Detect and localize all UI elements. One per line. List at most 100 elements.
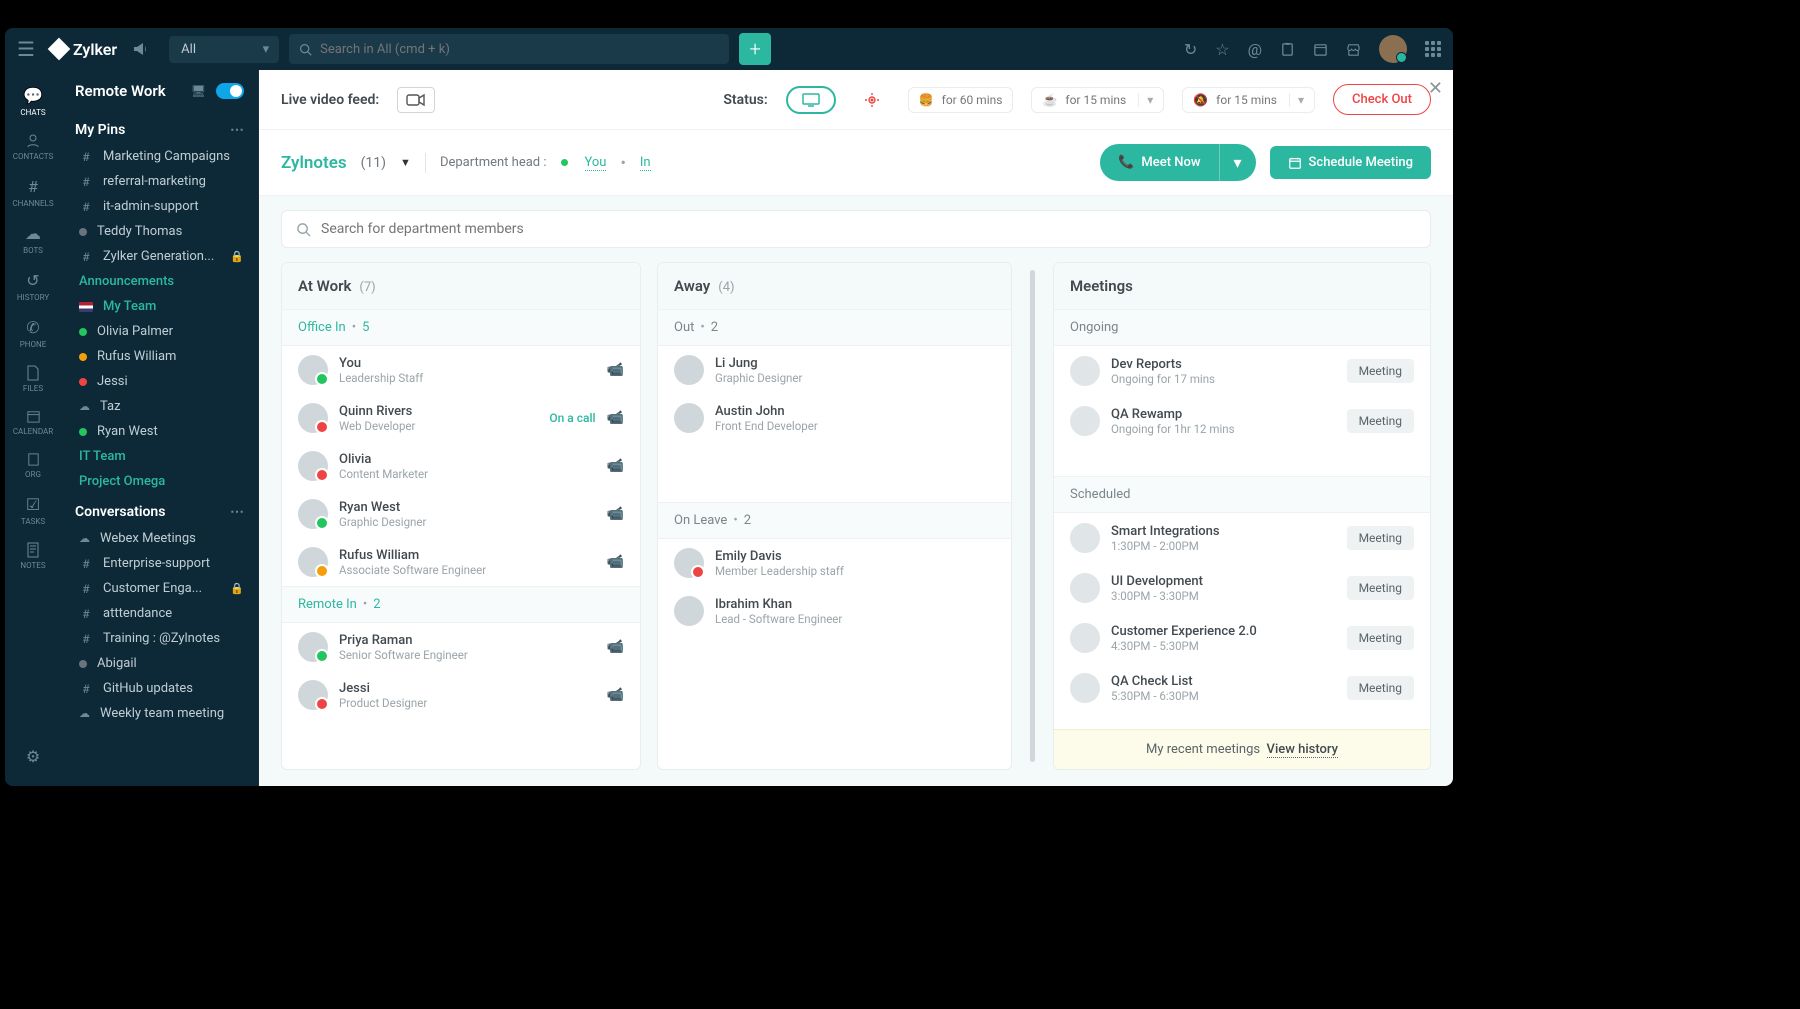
person-row[interactable]: Ibrahim KhanLead - Software Engineer	[658, 587, 1011, 635]
rail-org[interactable]: ORG	[5, 446, 61, 485]
meeting-row[interactable]: QA Check List5:30PM - 6:30PMMeeting	[1054, 663, 1430, 713]
camera-icon[interactable]: 📹	[607, 639, 624, 655]
pin-item[interactable]: #Zylker Generation...🔒	[61, 244, 258, 269]
conversation-item[interactable]: Abigail	[61, 651, 258, 676]
mention-icon[interactable]: @	[1248, 40, 1262, 59]
meeting-join-button[interactable]: Meeting	[1347, 676, 1414, 700]
dept-search-input[interactable]	[321, 221, 1416, 237]
scrollbar[interactable]	[1030, 270, 1035, 762]
team-member[interactable]: Olivia Palmer	[61, 319, 258, 344]
meeting-join-button[interactable]: Meeting	[1347, 526, 1414, 550]
conversation-item[interactable]: #atttendance	[61, 601, 258, 626]
refresh-icon[interactable]: ↻	[1184, 40, 1197, 59]
conversation-item[interactable]: #Training : @Zylnotes	[61, 626, 258, 651]
team-member[interactable]: Jessi	[61, 369, 258, 394]
status-desktop[interactable]	[786, 86, 836, 114]
meeting-row[interactable]: Customer Experience 2.04:30PM - 5:30PMMe…	[1054, 613, 1430, 663]
meet-now-button[interactable]: 📞Meet Now ▾	[1100, 144, 1255, 181]
meeting-row[interactable]: Smart Integrations1:30PM - 2:00PMMeeting	[1054, 513, 1430, 563]
chevron-down-icon[interactable]: ▾	[1289, 93, 1304, 107]
scope-selector[interactable]: All ▾	[169, 36, 279, 63]
announce-icon[interactable]	[133, 42, 149, 56]
desktop-icon[interactable]: 🖥	[191, 84, 206, 98]
conversation-item[interactable]: ☁Weekly team meeting	[61, 701, 258, 726]
chevron-down-icon[interactable]: ▾	[1138, 93, 1153, 107]
add-button[interactable]: +	[739, 33, 771, 65]
away-15b-pill[interactable]: 🔕for 15 mins▾	[1182, 87, 1315, 113]
rail-settings[interactable]: ⚙	[5, 741, 61, 772]
global-search[interactable]	[289, 34, 729, 64]
rail-calendar[interactable]: CALENDAR	[5, 403, 61, 442]
calendar-icon[interactable]	[1313, 42, 1328, 57]
person-row[interactable]: Emily DavisMember Leadership staff	[658, 539, 1011, 587]
remote-toggle[interactable]	[216, 83, 244, 99]
store-icon[interactable]	[1346, 42, 1361, 57]
team-member[interactable]: Ryan West	[61, 419, 258, 444]
rail-channels[interactable]: #CHANNELS	[5, 171, 61, 214]
camera-icon[interactable]: 📹	[607, 687, 624, 703]
brand-logo[interactable]: Zylker	[51, 40, 117, 59]
clipboard-icon[interactable]	[1280, 42, 1295, 57]
announcements-link[interactable]: Announcements	[61, 269, 258, 294]
pins-menu-icon[interactable]: ⋯	[230, 122, 244, 138]
star-icon[interactable]: ☆	[1215, 40, 1229, 59]
conversation-item[interactable]: ☁Webex Meetings	[61, 526, 258, 551]
team-member[interactable]: Rufus William	[61, 344, 258, 369]
conversation-item[interactable]: #Enterprise-support	[61, 551, 258, 576]
conversation-item[interactable]: #GitHub updates	[61, 676, 258, 701]
camera-icon[interactable]: 📹	[607, 506, 624, 522]
person-row[interactable]: Rufus WilliamAssociate Software Engineer…	[282, 538, 640, 586]
person-row[interactable]: OliviaContent Marketer📹	[282, 442, 640, 490]
dept-search[interactable]	[281, 210, 1431, 248]
person-row[interactable]: YouLeadership Staff📹	[282, 346, 640, 394]
person-row[interactable]: Priya RamanSenior Software Engineer📹	[282, 623, 640, 671]
rail-contacts[interactable]: CONTACTS	[5, 127, 61, 167]
rail-bots[interactable]: ☁BOTS	[5, 218, 61, 261]
away-15a-pill[interactable]: ☕for 15 mins▾	[1031, 87, 1164, 113]
person-row[interactable]: Austin JohnFront End Developer	[658, 394, 1011, 442]
meeting-row[interactable]: UI Development3:00PM - 3:30PMMeeting	[1054, 563, 1430, 613]
chevron-down-icon[interactable]: ▼	[400, 156, 411, 169]
chevron-down-icon[interactable]: ▾	[1219, 144, 1256, 181]
dept-head-you[interactable]: You	[585, 155, 607, 171]
rail-tasks[interactable]: ☑TASKS	[5, 489, 61, 532]
meeting-join-button[interactable]: Meeting	[1347, 576, 1414, 600]
person-row[interactable]: JessiProduct Designer📹	[282, 671, 640, 719]
dept-head-status[interactable]: In	[640, 155, 651, 171]
view-history-link[interactable]: View history	[1267, 742, 1338, 758]
my-team-link[interactable]: My Team	[61, 294, 258, 319]
close-icon[interactable]: ✕	[1428, 78, 1443, 99]
person-row[interactable]: Quinn RiversWeb DeveloperOn a call📹	[282, 394, 640, 442]
team-member[interactable]: ☁Taz	[61, 394, 258, 419]
it-team-link[interactable]: IT Team	[61, 444, 258, 469]
project-omega-link[interactable]: Project Omega	[61, 469, 258, 494]
rail-files[interactable]: FILES	[5, 359, 61, 399]
profile-avatar[interactable]	[1379, 35, 1407, 63]
video-icon[interactable]	[397, 87, 435, 113]
apps-icon[interactable]	[1425, 41, 1441, 57]
rail-history[interactable]: ↺HISTORY	[5, 265, 61, 308]
camera-icon[interactable]: 📹	[607, 362, 624, 378]
meeting-join-button[interactable]: Meeting	[1347, 626, 1414, 650]
global-search-input[interactable]	[320, 42, 719, 57]
camera-icon[interactable]: 📹	[607, 554, 624, 570]
rail-notes[interactable]: NOTES	[5, 536, 61, 576]
meeting-join-button[interactable]: Meeting	[1347, 359, 1414, 383]
check-out-button[interactable]: Check Out	[1333, 84, 1431, 115]
conversations-menu-icon[interactable]: ⋯	[230, 504, 244, 520]
location-icon[interactable]	[854, 87, 890, 113]
away-60-pill[interactable]: 🍔for 60 mins	[908, 87, 1014, 113]
meeting-row[interactable]: QA RewampOngoing for 1hr 12 minsMeeting	[1054, 396, 1430, 446]
rail-chats[interactable]: 💬CHATS	[5, 80, 61, 123]
camera-icon[interactable]: 📹	[607, 410, 624, 426]
camera-icon[interactable]: 📹	[607, 458, 624, 474]
pin-item[interactable]: Teddy Thomas	[61, 219, 258, 244]
schedule-meeting-button[interactable]: Schedule Meeting	[1270, 146, 1431, 179]
meeting-row[interactable]: Dev ReportsOngoing for 17 minsMeeting	[1054, 346, 1430, 396]
meeting-join-button[interactable]: Meeting	[1347, 409, 1414, 433]
hamburger-icon[interactable]: ☰	[17, 37, 35, 61]
rail-phone[interactable]: ✆PHONE	[5, 312, 61, 355]
pin-item[interactable]: #Marketing Campaigns	[61, 144, 258, 169]
conversation-item[interactable]: #Customer Enga...🔒	[61, 576, 258, 601]
pin-item[interactable]: #it-admin-support	[61, 194, 258, 219]
